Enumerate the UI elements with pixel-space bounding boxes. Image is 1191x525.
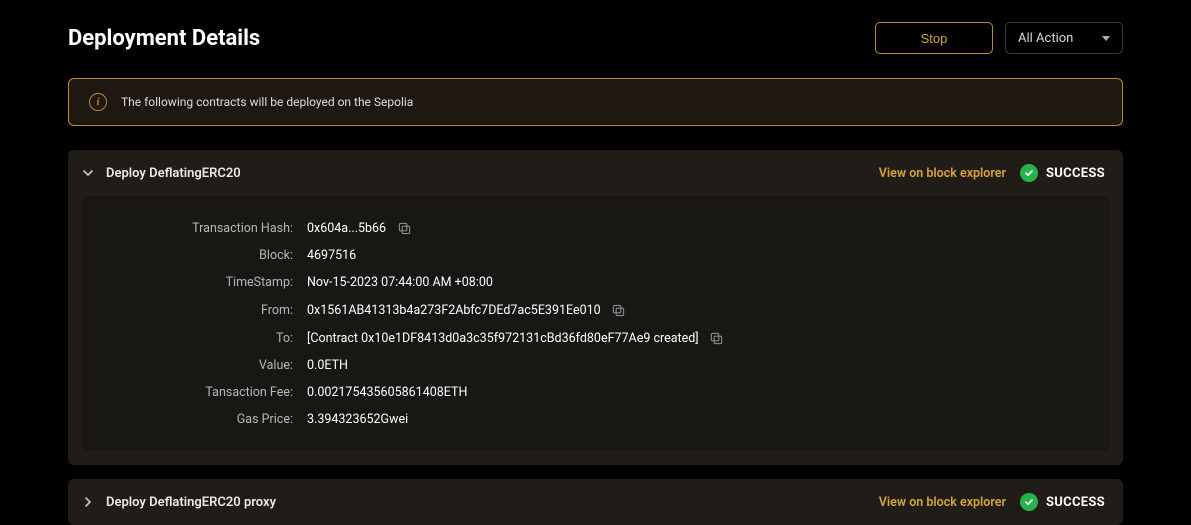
- stop-button[interactable]: Stop: [875, 22, 993, 54]
- row-gas-price: Gas Price: 3.394323652Gwei: [82, 406, 1087, 433]
- row-tx-fee: Tansaction Fee: 0.002175435605861408ETH: [82, 379, 1087, 406]
- action-dropdown-label: All Action: [1018, 31, 1073, 46]
- row-tx-hash: Transaction Hash: 0x604a...5b66: [82, 214, 1087, 242]
- row-value: Value: 0.0ETH: [82, 352, 1087, 379]
- chevron-down-icon: [82, 167, 94, 179]
- section-header-right: View on block explorer SUCCESS: [879, 493, 1105, 511]
- status-badge: SUCCESS: [1020, 493, 1105, 511]
- section-header: Deploy DeflatingERC20 proxy View on bloc…: [68, 479, 1123, 525]
- copy-icon[interactable]: [611, 302, 627, 318]
- copy-icon[interactable]: [709, 330, 725, 346]
- chevron-right-icon: [82, 496, 94, 508]
- section-title: Deploy DeflatingERC20 proxy: [106, 495, 276, 510]
- row-label: Gas Price:: [82, 412, 307, 427]
- section-header-right: View on block explorer SUCCESS: [879, 164, 1105, 182]
- row-value: 0.002175435605861408ETH: [307, 385, 467, 400]
- row-to: To: [Contract 0x10e1DF8413d0a3c35f972131…: [82, 324, 1087, 352]
- section-toggle[interactable]: Deploy DeflatingERC20 proxy: [82, 495, 276, 510]
- row-label: From:: [82, 303, 307, 318]
- row-label: TimeStamp:: [82, 275, 307, 290]
- action-dropdown[interactable]: All Action: [1005, 22, 1123, 54]
- row-value: 4697516: [307, 248, 356, 263]
- page-title: Deployment Details: [68, 26, 260, 51]
- check-icon: [1020, 164, 1038, 182]
- check-icon: [1020, 493, 1038, 511]
- row-value: 0.0ETH: [307, 358, 348, 373]
- section-body: Transaction Hash: 0x604a...5b66 Block: 4…: [82, 196, 1109, 451]
- copy-icon[interactable]: [396, 220, 412, 236]
- chevron-down-icon: [1102, 36, 1110, 41]
- row-value: 0x604a...5b66: [307, 221, 386, 236]
- row-label: Value:: [82, 358, 307, 373]
- deployment-section: Deploy DeflatingERC20 View on block expl…: [68, 150, 1123, 465]
- deployment-notice: i The following contracts will be deploy…: [68, 78, 1123, 126]
- section-toggle[interactable]: Deploy DeflatingERC20: [82, 166, 241, 181]
- row-label: To:: [82, 331, 307, 346]
- info-icon: i: [89, 93, 107, 111]
- row-value: Nov-15-2023 07:44:00 AM +08:00: [307, 275, 493, 290]
- status-text: SUCCESS: [1046, 166, 1105, 181]
- status-badge: SUCCESS: [1020, 164, 1105, 182]
- row-label: Transaction Hash:: [82, 221, 307, 236]
- section-title: Deploy DeflatingERC20: [106, 166, 241, 181]
- row-label: Tansaction Fee:: [82, 385, 307, 400]
- header: Deployment Details Stop All Action: [68, 22, 1123, 54]
- row-block: Block: 4697516: [82, 242, 1087, 269]
- row-from: From: 0x1561AB41313b4a273F2Abfc7DEd7ac5E…: [82, 296, 1087, 324]
- row-value: [Contract 0x10e1DF8413d0a3c35f972131cBd3…: [307, 331, 699, 346]
- block-explorer-link[interactable]: View on block explorer: [879, 166, 1006, 181]
- row-value: 3.394323652Gwei: [307, 412, 408, 427]
- deployment-section: Deploy DeflatingERC20 proxy View on bloc…: [68, 479, 1123, 525]
- section-header: Deploy DeflatingERC20 View on block expl…: [68, 150, 1123, 196]
- row-timestamp: TimeStamp: Nov-15-2023 07:44:00 AM +08:0…: [82, 269, 1087, 296]
- header-actions: Stop All Action: [875, 22, 1123, 54]
- notice-text: The following contracts will be deployed…: [121, 95, 413, 109]
- block-explorer-link[interactable]: View on block explorer: [879, 495, 1006, 510]
- row-value: 0x1561AB41313b4a273F2Abfc7DEd7ac5E391Ee0…: [307, 303, 601, 318]
- status-text: SUCCESS: [1046, 495, 1105, 510]
- row-label: Block:: [82, 248, 307, 263]
